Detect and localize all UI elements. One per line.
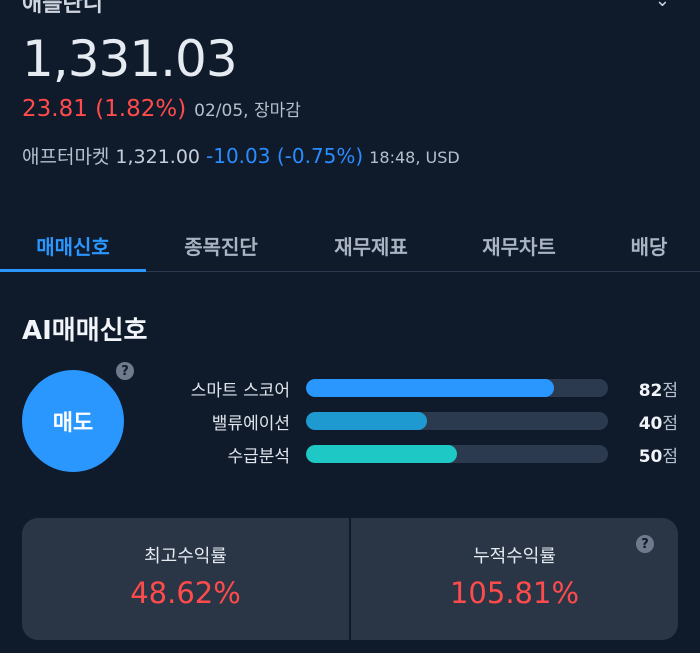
tab-bar: 매매신호 종목진단 재무제표 재무차트 배당 — [0, 225, 700, 272]
aftermarket-meta: 18:48, USD — [369, 148, 460, 167]
cumulative-return: 누적수익률 105.81% — [351, 518, 678, 640]
score-row-supply-demand: 수급분석 50점 — [150, 442, 680, 467]
stock-name-partial: 애플란니 — [22, 0, 103, 17]
max-return-label: 최고수익률 — [144, 546, 227, 567]
score-number: 82 — [638, 380, 663, 401]
tab-stock-diagnosis[interactable]: 종목진단 — [146, 225, 296, 271]
chevron-down-icon[interactable]: ⌄ — [655, 0, 670, 11]
score-bar-track — [306, 379, 608, 397]
cumulative-return-value: 105.81% — [449, 576, 580, 610]
score-row-smart: 스마트 스코어 82점 — [150, 376, 680, 401]
help-icon[interactable]: ? — [636, 535, 654, 553]
max-return-value: 48.62% — [130, 576, 241, 610]
score-unit: 점 — [662, 413, 678, 434]
returns-panel: 최고수익률 48.62% 누적수익률 105.81% — [22, 518, 678, 640]
aftermarket-price: 1,321.00 — [115, 146, 201, 168]
score-label: 수급분석 — [227, 446, 290, 467]
section-title: AI매매신호 — [22, 316, 148, 346]
score-row-valuation: 밸류에이션 40점 — [150, 409, 680, 434]
score-bar-fill — [306, 412, 427, 430]
score-value: 50점 — [608, 442, 678, 467]
score-value: 40점 — [608, 409, 678, 434]
price-change-row: 23.81 (1.82%) 02/05, 장마감 — [22, 96, 301, 122]
tab-dividend[interactable]: 배당 — [598, 225, 700, 271]
aftermarket-row: 애프터마켓 1,321.00 -10.03 (-0.75%) 18:48, US… — [22, 142, 460, 169]
price-change-meta: 02/05, 장마감 — [194, 101, 301, 121]
score-bar-track — [306, 445, 608, 463]
tab-financial-chart[interactable]: 재무차트 — [446, 225, 592, 271]
cumulative-return-label: 누적수익률 — [473, 546, 556, 567]
max-return: 최고수익률 48.62% — [22, 518, 349, 640]
score-value: 82점 — [608, 376, 678, 401]
current-price: 1,331.03 — [22, 30, 238, 88]
signal-badge: 매도 — [22, 370, 124, 472]
score-bar-fill — [306, 379, 554, 397]
score-number: 40 — [638, 413, 663, 434]
help-icon[interactable]: ? — [116, 362, 134, 380]
score-unit: 점 — [662, 380, 678, 401]
score-number: 50 — [638, 446, 663, 467]
aftermarket-change: -10.03 (-0.75%) — [206, 144, 364, 168]
score-label: 밸류에이션 — [211, 413, 290, 434]
aftermarket-label: 애프터마켓 — [22, 146, 110, 168]
score-bar-track — [306, 412, 608, 430]
score-label: 스마트 스코어 — [190, 380, 290, 401]
price-change: 23.81 (1.82%) — [22, 96, 187, 122]
tab-financial-statements[interactable]: 재무제표 — [296, 225, 446, 271]
signal-label: 매도 — [52, 411, 94, 436]
tab-trading-signal[interactable]: 매매신호 — [0, 225, 146, 272]
score-bar-fill — [306, 445, 457, 463]
score-unit: 점 — [662, 446, 678, 467]
